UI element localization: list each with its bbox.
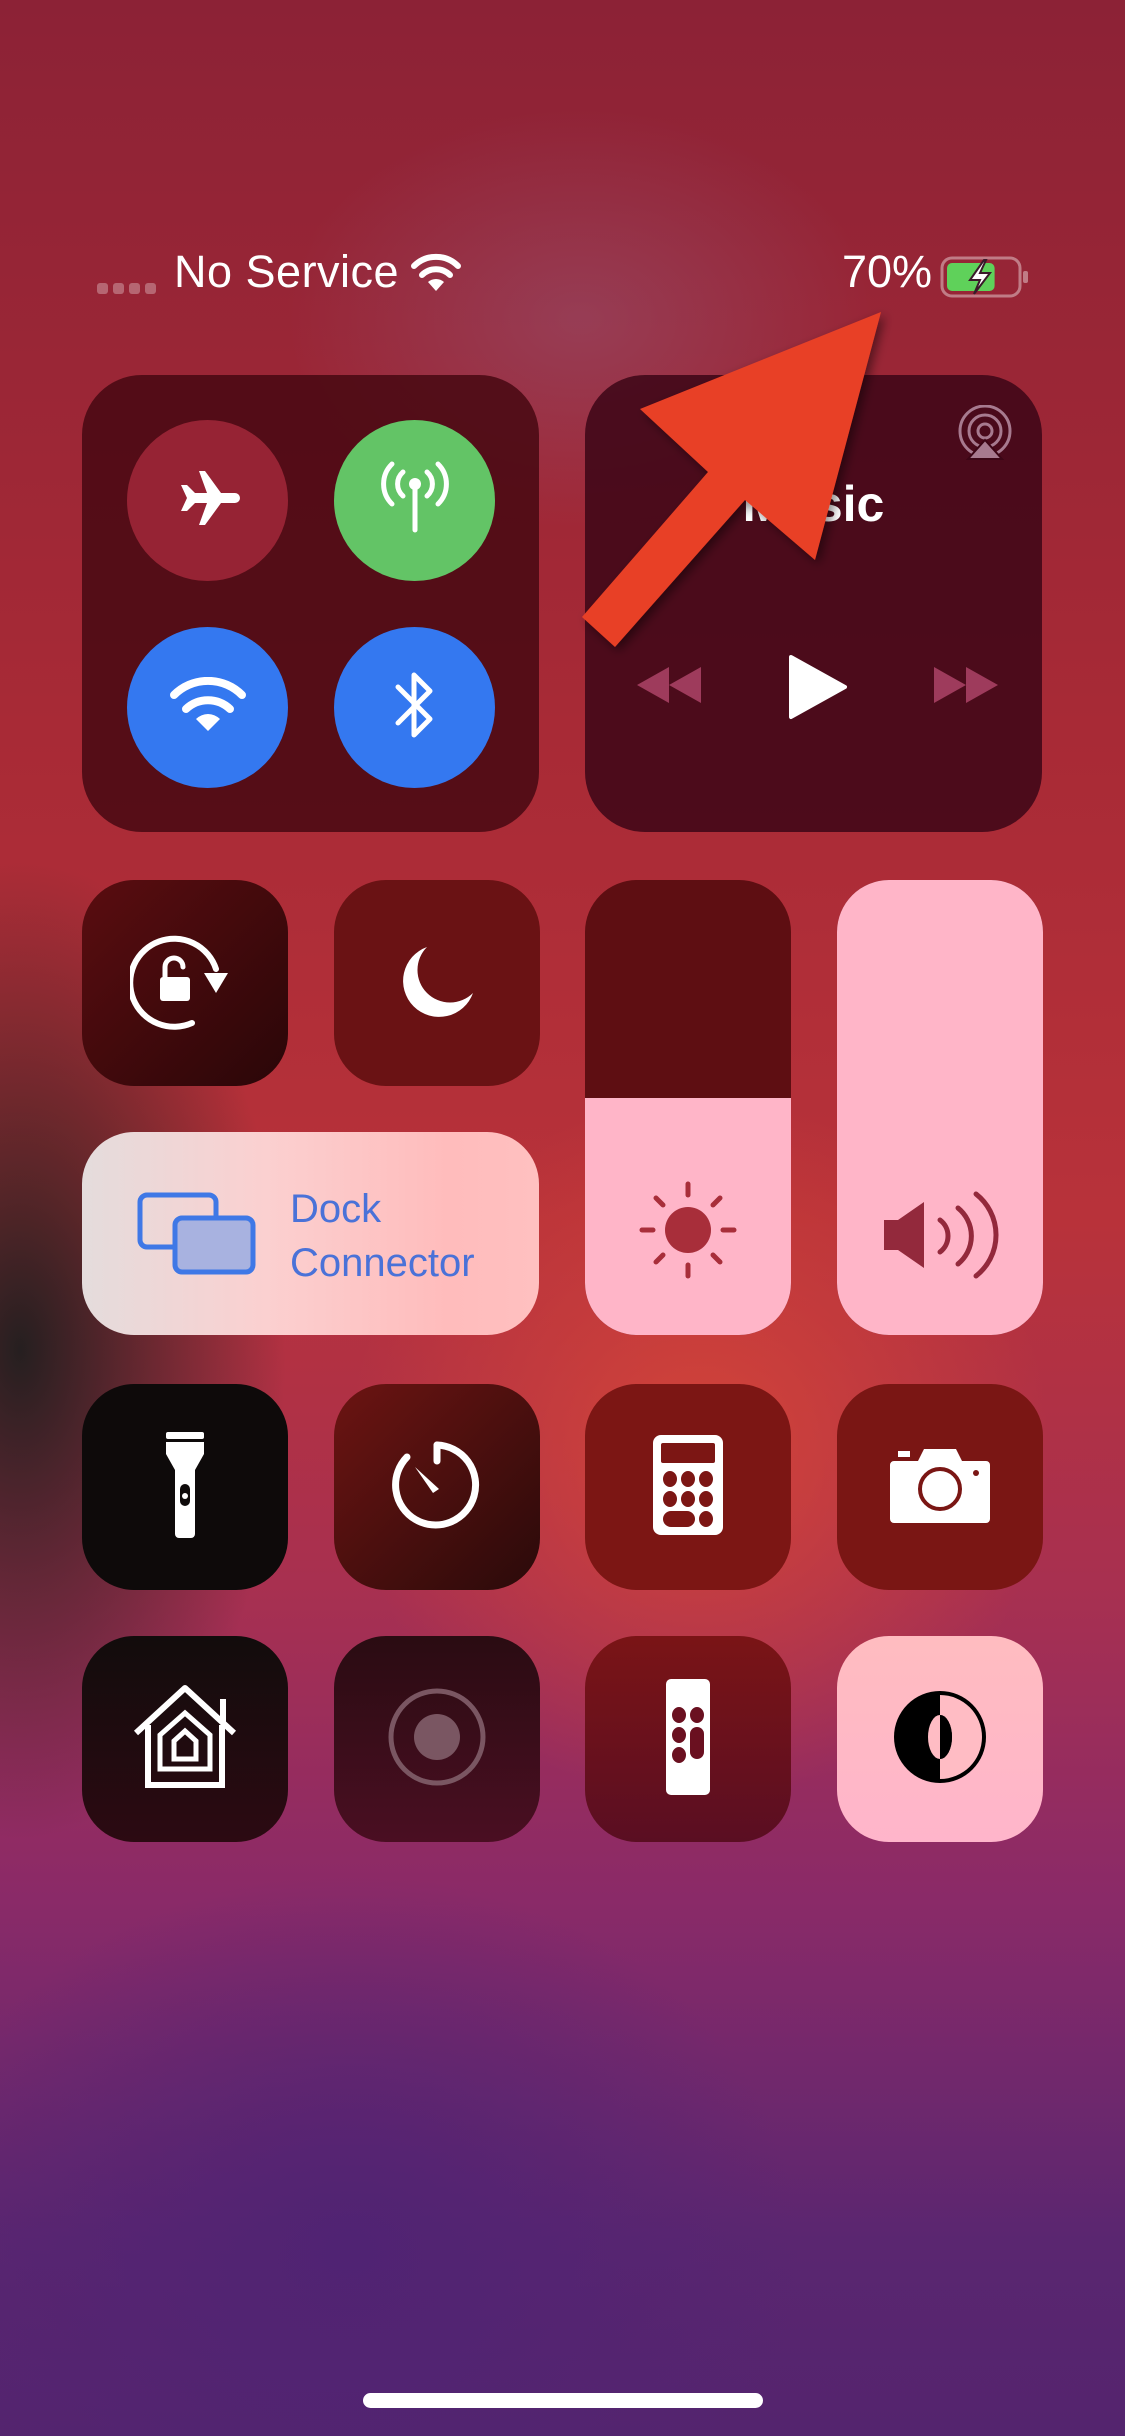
arrow-shape [582, 312, 881, 647]
annotation-arrow [582, 312, 881, 647]
home-indicator[interactable] [363, 2393, 763, 2408]
